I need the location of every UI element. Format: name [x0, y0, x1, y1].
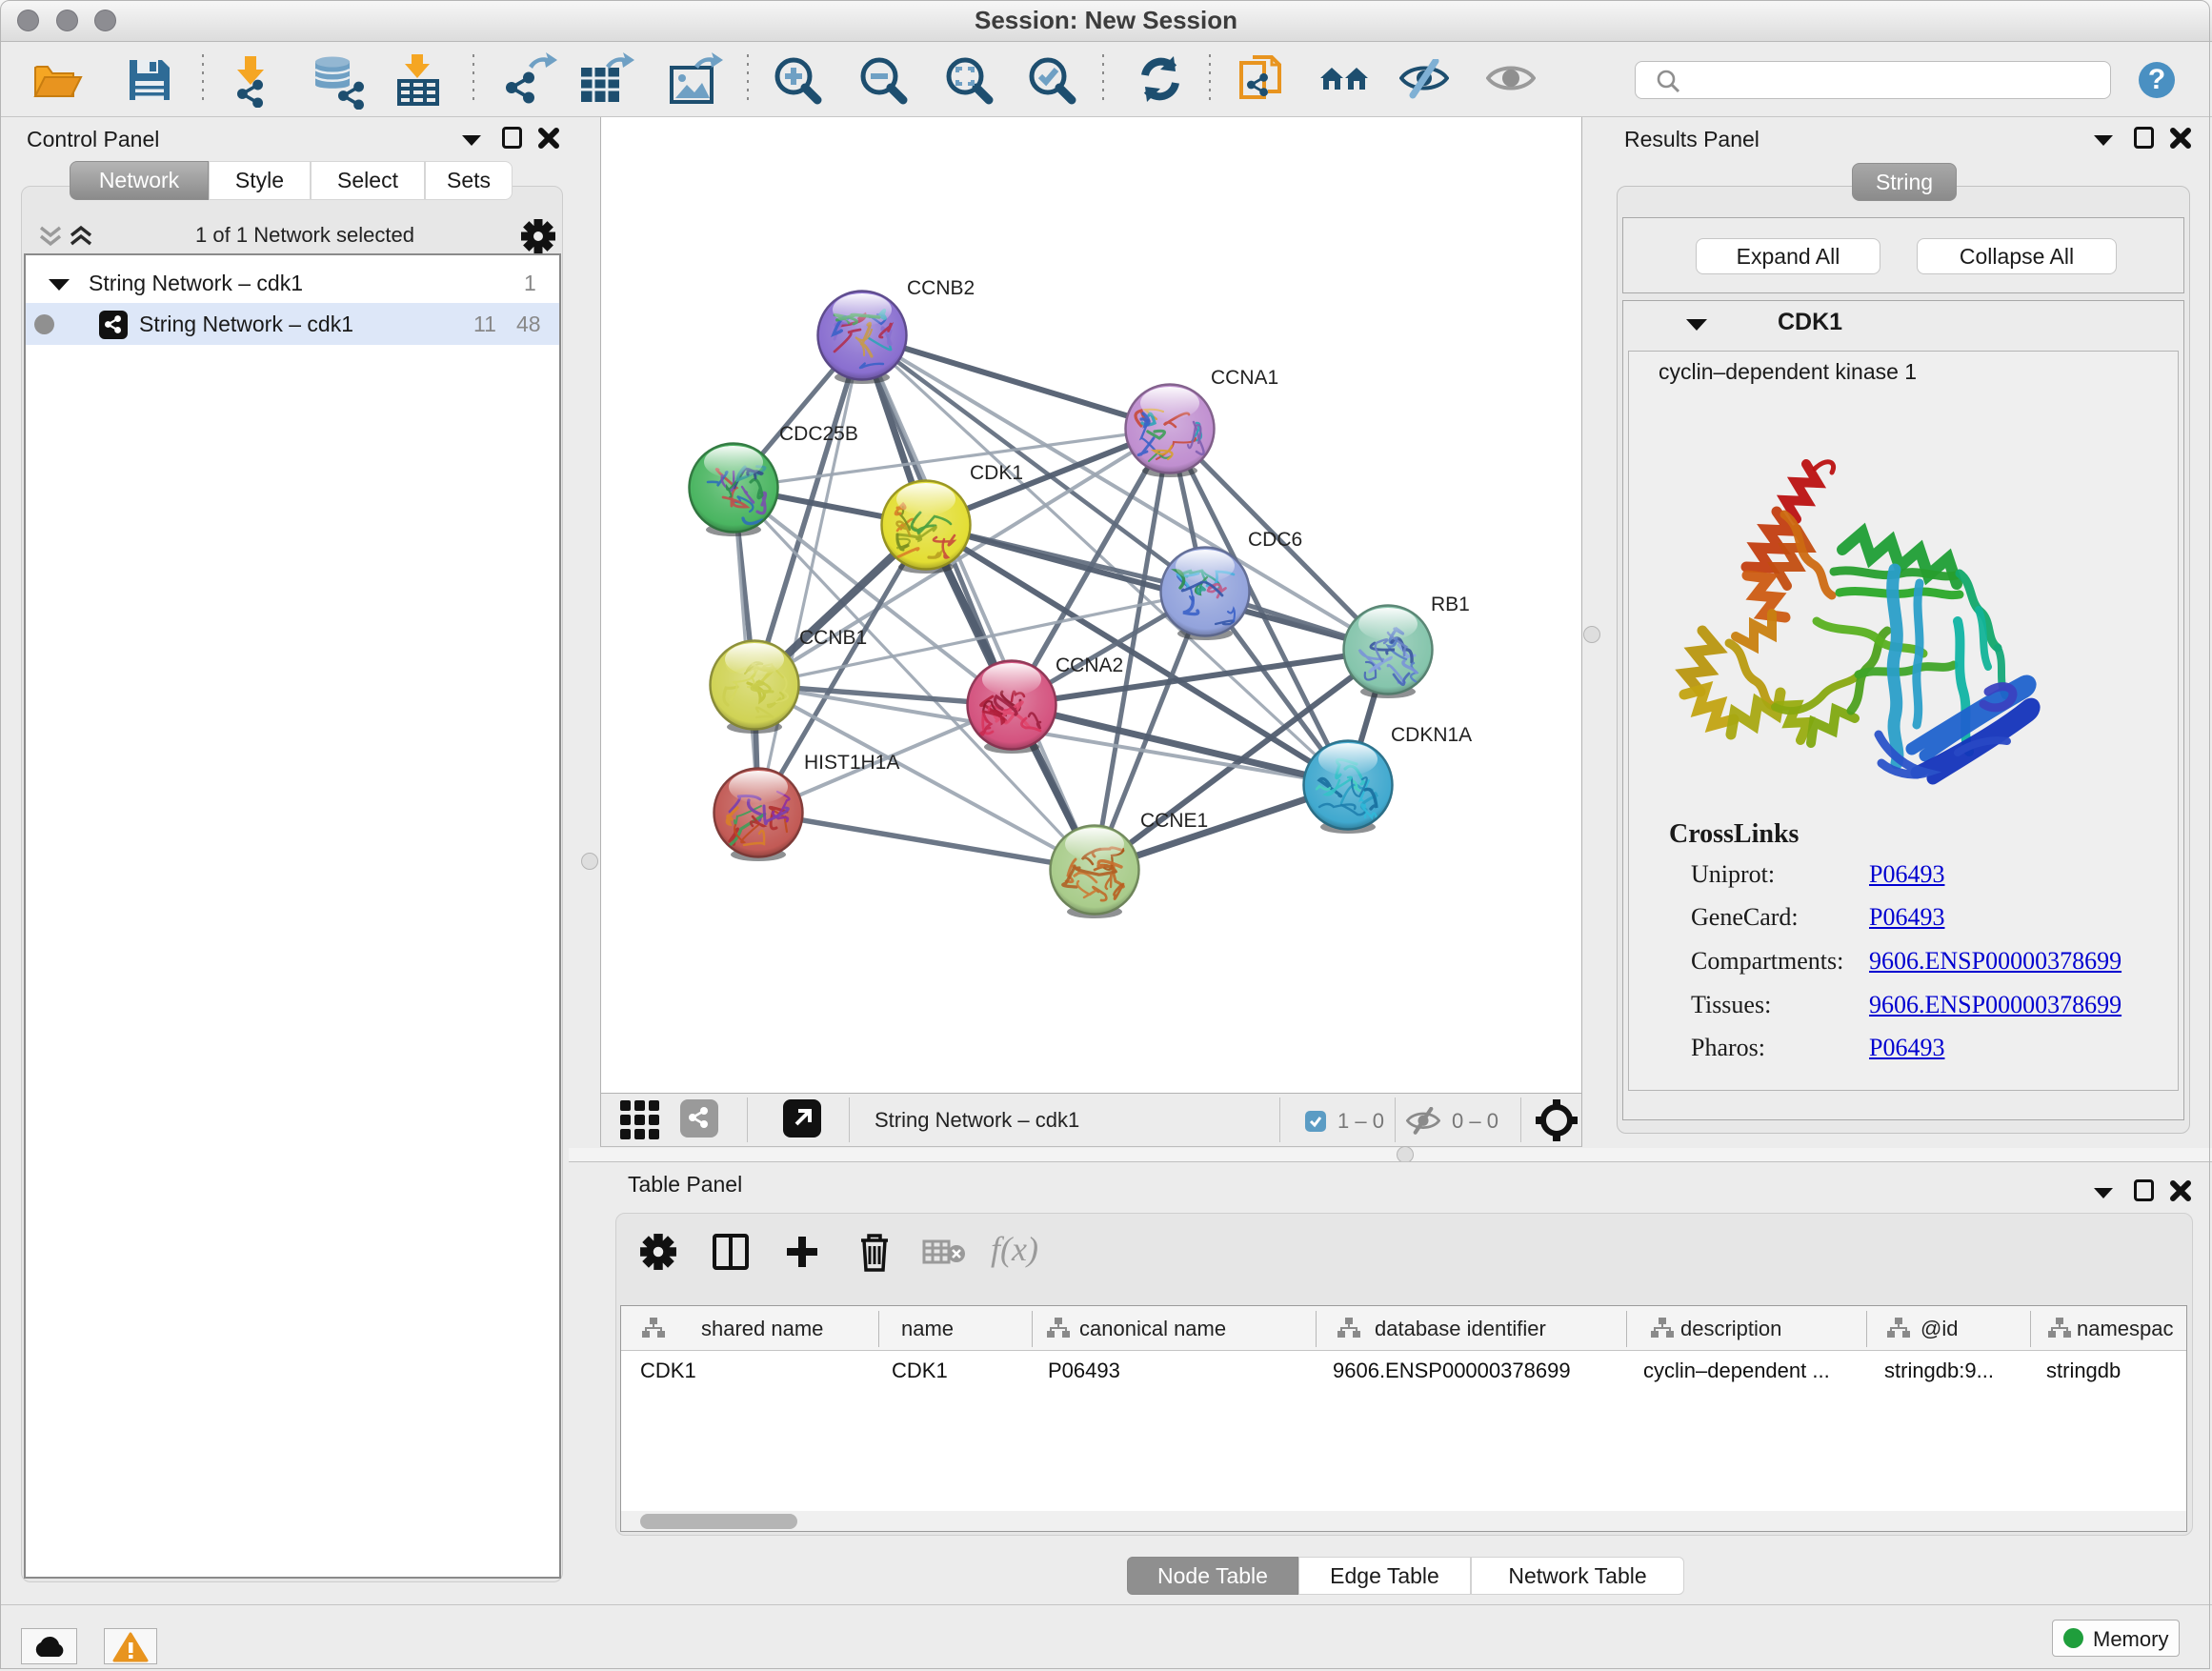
svg-text:CCNB2: CCNB2: [907, 277, 975, 299]
svg-text:CCNA1: CCNA1: [1211, 367, 1278, 389]
svg-text:CDKN1A: CDKN1A: [1391, 724, 1472, 746]
svg-text:HIST1H1A: HIST1H1A: [804, 752, 899, 774]
svg-text:CDC25B: CDC25B: [779, 423, 858, 445]
svg-text:CCNA2: CCNA2: [1056, 654, 1123, 676]
svg-text:RB1: RB1: [1431, 594, 1470, 615]
svg-text:CCNB1: CCNB1: [799, 627, 867, 649]
svg-text:CCNE1: CCNE1: [1140, 810, 1208, 832]
svg-text:CDC6: CDC6: [1248, 529, 1302, 551]
svg-text:CDK1: CDK1: [970, 462, 1023, 484]
